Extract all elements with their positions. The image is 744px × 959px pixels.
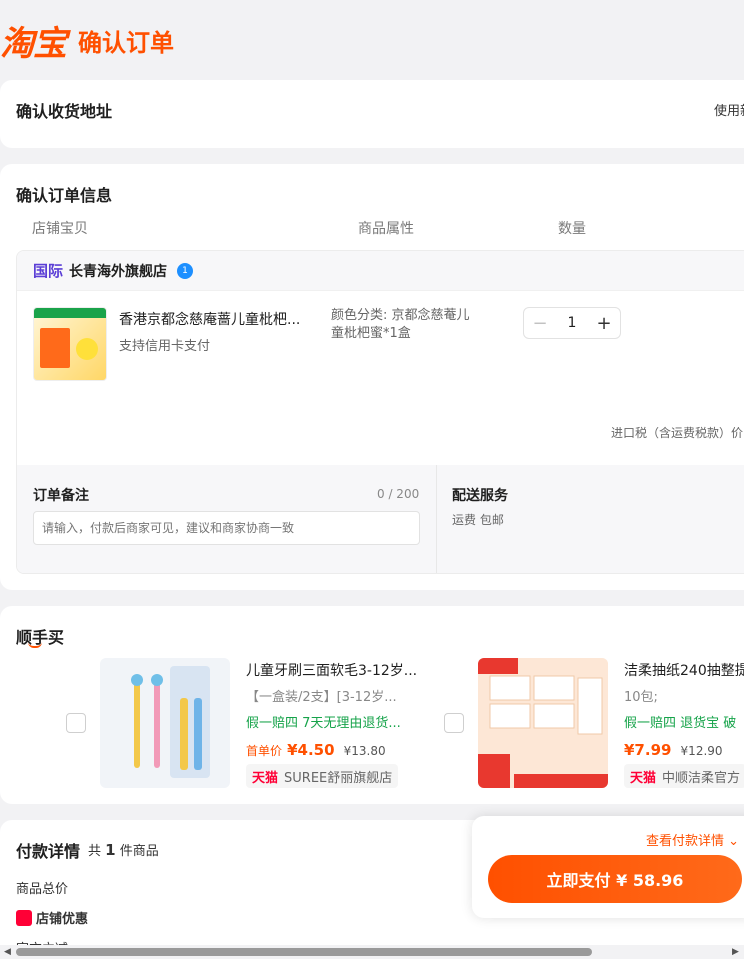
- item-count-prefix: 共: [88, 844, 102, 859]
- tmall-icon: 天猫: [630, 770, 657, 786]
- remark-label: 订单备注: [33, 488, 89, 504]
- header: 淘宝 确认订单: [0, 0, 744, 80]
- pay-panel: 查看付款详情 ⌄ 立即支付 ¥ 58.96: [472, 816, 744, 918]
- toothbrush-image: [131, 666, 210, 778]
- recommend-tags-2: 假一赔四 退货宝 破: [624, 716, 737, 731]
- column-header-shop-item: 店铺宝贝: [32, 221, 88, 237]
- increase-button[interactable]: +: [588, 313, 620, 334]
- product-attribute: 颜色分类: 京都念慈菴儿童枇杷蜜*1盒: [331, 308, 470, 341]
- original-price: ¥12.90: [680, 744, 723, 758]
- recommend-title: 顺手买: [16, 624, 64, 648]
- recommend-name-1[interactable]: 儿童牙刷三面软毛3-12岁...: [246, 660, 421, 680]
- international-tag: 国际: [33, 262, 64, 280]
- divider: [436, 465, 437, 573]
- import-tax-label: 进口税（含运费税款）价: [611, 426, 744, 440]
- recommend-shop-1[interactable]: 天猫 SUREE舒丽旗舰店: [246, 764, 399, 788]
- address-title: 确认收货地址: [16, 102, 113, 121]
- first-order-label: 首单价: [246, 744, 283, 758]
- item-count-suffix: 件商品: [119, 844, 159, 859]
- quantity-input[interactable]: 1: [556, 315, 588, 331]
- tissue-pack-image: [478, 658, 608, 788]
- order-info-card: 确认订单信息 店铺宝贝 商品属性 数量 国际 长青海外旗舰店 1 香港京都念慈庵…: [0, 164, 744, 590]
- subtotal-label: 商品总价: [16, 882, 69, 897]
- recommend-image-1[interactable]: [100, 658, 230, 788]
- recommend-image-2[interactable]: [478, 658, 608, 788]
- tmall-icon: 天猫: [252, 770, 279, 786]
- shop-discount-icon: [16, 909, 32, 926]
- shop-header: 国际 长青海外旗舰店 1: [17, 251, 744, 291]
- remark-input[interactable]: [33, 511, 420, 545]
- shipping-label: 配送服务: [452, 488, 508, 504]
- shop-discount-row: 店铺优惠: [16, 908, 88, 927]
- recommend-shop-name-1: SUREE舒丽旗舰店: [284, 770, 393, 786]
- recommend-name-2[interactable]: 洁柔抽纸240抽整提: [624, 660, 744, 680]
- column-header-attributes: 商品属性: [358, 221, 414, 237]
- recommend-checkbox-2[interactable]: [444, 713, 464, 733]
- horizontal-scrollbar[interactable]: ◀ ▶: [0, 945, 744, 959]
- shop-group: 国际 长青海外旗舰店 1 香港京都念慈庵蔷儿童枇杷... 支持信用卡支付 颜色分…: [16, 250, 744, 574]
- product-image[interactable]: [33, 307, 107, 381]
- quantity-stepper: − 1 +: [523, 307, 621, 339]
- current-price: ¥7.99: [624, 741, 672, 759]
- smile-icon: [28, 642, 42, 648]
- recommend-price-2: ¥7.99 ¥12.90: [624, 740, 723, 759]
- scrollbar-thumb[interactable]: [16, 948, 592, 956]
- product-name[interactable]: 香港京都念慈庵蔷儿童枇杷...: [119, 309, 309, 329]
- recommend-spec-1[interactable]: 【一盒装/2支】[3-12岁...: [246, 686, 421, 705]
- scroll-left-icon[interactable]: ◀: [4, 947, 11, 957]
- use-new-address-link[interactable]: 使用新: [714, 100, 744, 119]
- shipping-value: 运费 包邮: [452, 513, 504, 527]
- recommend-checkbox-1[interactable]: [66, 713, 86, 733]
- pay-now-button[interactable]: 立即支付 ¥ 58.96: [488, 855, 742, 903]
- recommend-shop-name-2: 中顺洁柔官方: [662, 770, 741, 786]
- payment-title: 付款详情: [16, 842, 81, 861]
- recommend-price-1: 首单价 ¥4.50 ¥13.80: [246, 740, 386, 759]
- recommend-spec-2[interactable]: 10包;: [624, 686, 744, 705]
- order-info-title: 确认订单信息: [16, 186, 113, 205]
- credit-card-support: 支持信用卡支付: [119, 339, 211, 354]
- remark-char-count: 0 / 200: [377, 487, 420, 501]
- address-card: 确认收货地址 使用新: [0, 80, 744, 148]
- shop-name[interactable]: 长青海外旗舰店: [69, 261, 167, 281]
- original-price: ¥13.80: [343, 744, 386, 758]
- recommend-card: 顺手买 儿童牙刷三面软毛3-12岁... 【一盒装/2支】[3-12岁... 假…: [0, 606, 744, 804]
- recommend-shop-2[interactable]: 天猫 中顺洁柔官方: [624, 764, 744, 788]
- item-count: 共 1 件商品: [88, 840, 159, 859]
- recommend-tags-1: 假一赔四 7天无理由退货...: [246, 716, 401, 731]
- shop-chat-icon[interactable]: 1: [177, 262, 194, 279]
- order-extras: 订单备注 0 / 200 配送服务 运费 包邮: [17, 465, 744, 573]
- current-price: ¥4.50: [287, 741, 335, 759]
- scroll-right-icon[interactable]: ▶: [732, 947, 739, 957]
- column-header-quantity: 数量: [558, 221, 586, 237]
- shop-discount-label: 店铺优惠: [36, 912, 89, 927]
- taobao-logo[interactable]: 淘宝: [0, 16, 67, 65]
- view-payment-details-link[interactable]: 查看付款详情 ⌄: [646, 830, 739, 849]
- decrease-button[interactable]: −: [524, 313, 556, 334]
- item-count-value: 1: [105, 841, 116, 859]
- page-title: 确认订单: [78, 28, 174, 57]
